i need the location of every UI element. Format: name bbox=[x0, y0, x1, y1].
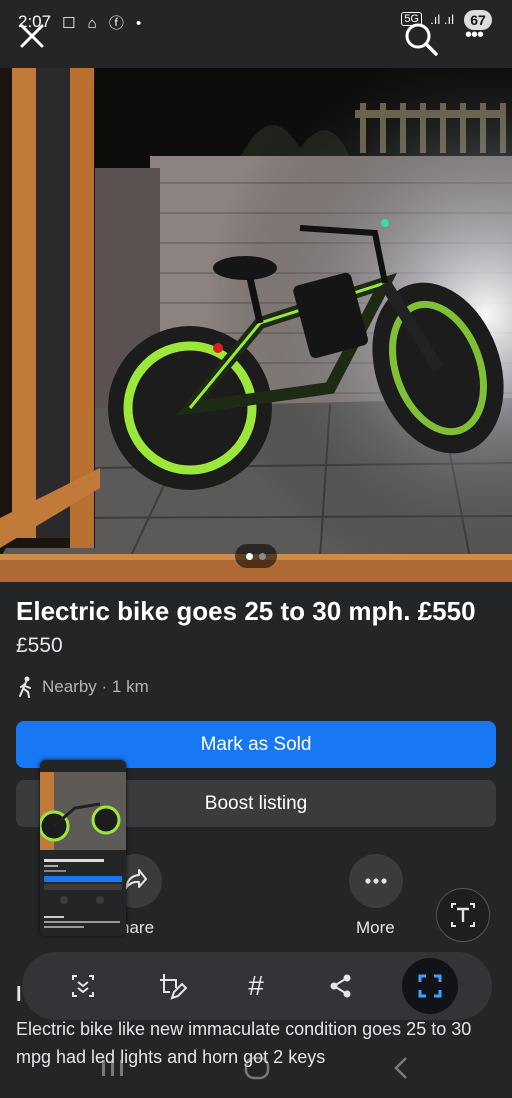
screenshot-thumbnail[interactable] bbox=[40, 760, 126, 936]
listing-photo[interactable] bbox=[0, 68, 512, 582]
more-label: More bbox=[356, 918, 395, 937]
notification-icons: ☐ ⌂ ⓕ • bbox=[62, 15, 146, 32]
hashtag-icon: # bbox=[248, 970, 264, 1001]
back-icon[interactable] bbox=[394, 1057, 407, 1079]
more-options-button[interactable]: ••• bbox=[465, 24, 495, 46]
search-button[interactable] bbox=[402, 20, 440, 58]
capture-icon bbox=[418, 974, 442, 998]
share-toolbar-button[interactable] bbox=[323, 968, 359, 1004]
share-icon bbox=[330, 974, 351, 998]
edit-button[interactable] bbox=[152, 968, 188, 1004]
capture-button[interactable] bbox=[402, 958, 458, 1014]
close-icon bbox=[20, 24, 44, 48]
photo-pager bbox=[235, 544, 277, 568]
system-navbar bbox=[0, 1048, 512, 1088]
search-icon bbox=[405, 23, 438, 56]
hashtag-button[interactable]: # bbox=[238, 968, 274, 1004]
ellipsis-icon: ••• bbox=[465, 24, 484, 46]
listing-price: £550 bbox=[16, 634, 63, 657]
close-button[interactable] bbox=[16, 20, 48, 52]
home-icon[interactable] bbox=[244, 1056, 270, 1080]
edit-crop-icon bbox=[160, 974, 188, 1000]
location-text: Nearby · 1 km bbox=[42, 677, 149, 696]
description-heading: l bbox=[16, 984, 22, 1006]
screenshot-toolbar: # bbox=[22, 952, 492, 1020]
scan-icon bbox=[72, 975, 94, 997]
text-recognition-button[interactable] bbox=[436, 888, 490, 942]
more-button[interactable] bbox=[349, 854, 403, 908]
pager-dot bbox=[259, 553, 266, 560]
pager-dot-active bbox=[246, 553, 253, 560]
listing-title: Electric bike goes 25 to 30 mph. £550 bbox=[16, 596, 476, 626]
recents-icon[interactable] bbox=[102, 1060, 123, 1076]
bike-photo-image bbox=[0, 68, 512, 582]
walking-icon bbox=[19, 676, 31, 698]
text-scan-icon bbox=[451, 903, 475, 927]
ellipsis-icon bbox=[365, 878, 387, 884]
thumbnail-image bbox=[40, 760, 126, 936]
scroll-capture-button[interactable] bbox=[65, 968, 101, 1004]
listing-location: Nearby · 1 km bbox=[16, 676, 149, 698]
